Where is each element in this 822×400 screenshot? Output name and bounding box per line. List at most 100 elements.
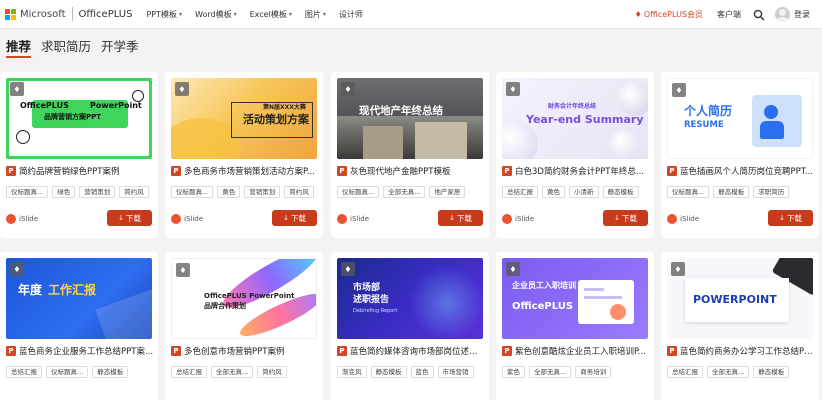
client-download-link[interactable]: 客户端: [717, 9, 741, 20]
tab-back-to-school[interactable]: 开学季: [101, 36, 139, 58]
thumbnail-text: 企业员工入职培训: [512, 281, 576, 290]
nav-excel-templates[interactable]: Excel模板 ▾: [250, 9, 292, 20]
tag[interactable]: 总结汇报: [6, 366, 42, 378]
avatar[interactable]: [775, 7, 790, 22]
login-link[interactable]: 登录: [794, 9, 810, 20]
template-card[interactable]: ♦ OfficePLUS PowerPoint 品牌合作策划 P 多色创意市场营销…: [165, 252, 323, 400]
tag[interactable]: 市场营销: [437, 366, 474, 378]
template-thumbnail[interactable]: ♦ 第N届XXX大赛 活动策划方案: [171, 78, 317, 159]
template-thumbnail[interactable]: ♦ 个人简历 RESUME: [667, 78, 813, 159]
download-button[interactable]: ↓ 下载: [107, 210, 152, 226]
tag[interactable]: 静态模板: [753, 366, 790, 378]
search-icon[interactable]: [753, 9, 765, 21]
tag[interactable]: 静态模板: [602, 186, 639, 198]
tag[interactable]: 总结汇报: [502, 186, 538, 198]
officeplus-brand[interactable]: OfficePLUS: [79, 9, 133, 20]
tag[interactable]: 黄色: [217, 186, 241, 198]
chevron-down-icon: ▾: [322, 10, 326, 18]
template-card[interactable]: ♦ POWERPOINT P 蓝色简约商务办公学习工作总结PPT... 总结汇报 …: [661, 252, 819, 400]
tag[interactable]: 蓝色: [410, 366, 434, 378]
author[interactable]: iSlide: [6, 214, 38, 224]
thumbnail-text: 第N届XXX大赛: [263, 104, 306, 111]
ppt-file-icon: P: [667, 346, 677, 356]
template-card[interactable]: ♦ 第N届XXX大赛 活动策划方案 P 多色商务市场营销策划活动方案P... 仪标…: [165, 72, 323, 238]
tag[interactable]: 简约风: [119, 186, 149, 198]
template-card[interactable]: ♦ 市场部 述职报告 Debriefing Report P 蓝色简约媒体咨询市场…: [331, 252, 489, 400]
author[interactable]: iSlide: [171, 214, 203, 224]
author[interactable]: iSlide: [337, 214, 369, 224]
tag[interactable]: 仪标题真...: [667, 186, 710, 198]
template-thumbnail[interactable]: ♦ OfficePLUS PowerPoint 品牌合作策划: [171, 258, 317, 339]
template-thumbnail[interactable]: ♦ 企业员工入职培训 OfficePLUS: [502, 258, 648, 339]
template-card[interactable]: ♦ OfficePLUS PowerPoint 品牌营销方案PPT P 简约品牌营…: [0, 72, 158, 238]
tag[interactable]: 总结汇报: [667, 366, 703, 378]
download-button[interactable]: ↓ 下载: [272, 210, 317, 226]
template-thumbnail[interactable]: ♦ 财务会计年终总结 Year-end Summary: [502, 78, 648, 159]
chevron-down-icon: ▾: [179, 10, 183, 18]
microsoft-brand[interactable]: Microsoft: [20, 9, 66, 20]
card-title[interactable]: P 蓝色插画风个人简历岗位竞聘PPT...: [667, 165, 815, 177]
category-tabs: 推荐 求职简历 开学季: [6, 36, 149, 58]
tag[interactable]: 求职简历: [753, 186, 790, 198]
tag[interactable]: 总结汇报: [171, 366, 207, 378]
card-title[interactable]: P 简约品牌营销绿色PPT案例: [6, 165, 154, 177]
card-title[interactable]: P 蓝色简约商务办公学习工作总结PPT...: [667, 345, 815, 357]
author[interactable]: iSlide: [502, 214, 534, 224]
tag[interactable]: 紫色: [502, 366, 525, 378]
template-card[interactable]: ♦ 年度 工作汇报 P 蓝色商务企业服务工作总结PPT案... 总结汇报 仪标题真…: [0, 252, 158, 400]
card-title[interactable]: P 蓝色商务企业服务工作总结PPT案...: [6, 345, 154, 357]
microsoft-logo-icon[interactable]: [5, 8, 16, 20]
tag[interactable]: 全部无真...: [383, 186, 426, 198]
nav-ppt-templates[interactable]: PPT模板 ▾: [146, 9, 182, 20]
tag[interactable]: 商务培训: [575, 366, 612, 378]
tag[interactable]: 简约风: [257, 366, 287, 378]
template-card[interactable]: ♦ 财务会计年终总结 Year-end Summary P 白色3D简约财务会计P…: [496, 72, 654, 238]
nav-designers[interactable]: 设计师: [339, 9, 363, 20]
card-title[interactable]: P 蓝色简约媒体咨询市场部岗位述职...: [337, 345, 485, 357]
template-thumbnail[interactable]: ♦ 年度 工作汇报: [6, 258, 152, 339]
islide-logo-icon: [502, 214, 512, 224]
tag[interactable]: 静态模板: [370, 366, 407, 378]
tag[interactable]: 全部无真...: [707, 366, 750, 378]
card-title[interactable]: P 白色3D简约财务会计PPT年终总...: [502, 165, 650, 177]
author[interactable]: iSlide: [667, 214, 699, 224]
islide-logo-icon: [171, 214, 181, 224]
tag[interactable]: 黄色: [542, 186, 565, 198]
template-card[interactable]: ♦ 个人简历 RESUME P 蓝色插画风个人简历岗位竞聘PPT... 仪标题真.…: [661, 72, 819, 238]
tag[interactable]: 营销策划: [79, 186, 116, 198]
thumbnail-text: Year-end Summary: [526, 113, 644, 126]
header-actions: ♦ OfficePLUS会员 客户端 登录: [635, 0, 822, 29]
template-thumbnail[interactable]: ♦ OfficePLUS PowerPoint 品牌营销方案PPT: [6, 78, 152, 159]
tag[interactable]: 地产家居: [429, 186, 466, 198]
tab-recommended[interactable]: 推荐: [6, 36, 32, 58]
card-title[interactable]: P 多色创意市场营销PPT案例: [171, 345, 319, 357]
tag[interactable]: 营销策划: [244, 186, 281, 198]
download-button[interactable]: ↓ 下载: [438, 210, 483, 226]
tag[interactable]: 仪标题真...: [46, 366, 89, 378]
tag[interactable]: 仪标题真...: [337, 186, 380, 198]
tab-job-resume[interactable]: 求职简历: [41, 36, 91, 58]
card-title[interactable]: P 多色商务市场营销策划活动方案P...: [171, 165, 319, 177]
template-thumbnail[interactable]: ♦ POWERPOINT: [667, 258, 813, 339]
card-title[interactable]: P 紫色创意酷炫企业员工入职培训P...: [502, 345, 650, 357]
tag[interactable]: 仪标题真...: [171, 186, 214, 198]
nav-word-templates[interactable]: Word模板 ▾: [195, 9, 237, 20]
tag[interactable]: 简约风: [284, 186, 314, 198]
tag[interactable]: 小清新: [569, 186, 599, 198]
card-title[interactable]: P 灰色现代地产金融PPT模板: [337, 165, 485, 177]
template-card[interactable]: ♦ 现代地产年终总结 P 灰色现代地产金融PPT模板 仪标题真... 全部无真..…: [331, 72, 489, 238]
tag[interactable]: 绿色: [52, 186, 76, 198]
tag[interactable]: 仪标题真...: [6, 186, 49, 198]
tag[interactable]: 全部无真...: [529, 366, 572, 378]
download-button[interactable]: ↓ 下载: [768, 210, 813, 226]
tag[interactable]: 静态模板: [713, 186, 750, 198]
nav-images[interactable]: 图片 ▾: [305, 9, 326, 20]
tag[interactable]: 渐变风: [337, 366, 367, 378]
download-button[interactable]: ↓ 下载: [603, 210, 648, 226]
vip-link[interactable]: ♦ OfficePLUS会员: [635, 9, 703, 20]
tag[interactable]: 全部无真...: [211, 366, 254, 378]
tag[interactable]: 静态模板: [92, 366, 129, 378]
template-card[interactable]: ♦ 企业员工入职培训 OfficePLUS P 紫色创意酷炫企业员工入职培训P..…: [496, 252, 654, 400]
template-thumbnail[interactable]: ♦ 现代地产年终总结: [337, 78, 483, 159]
template-thumbnail[interactable]: ♦ 市场部 述职报告 Debriefing Report: [337, 258, 483, 339]
